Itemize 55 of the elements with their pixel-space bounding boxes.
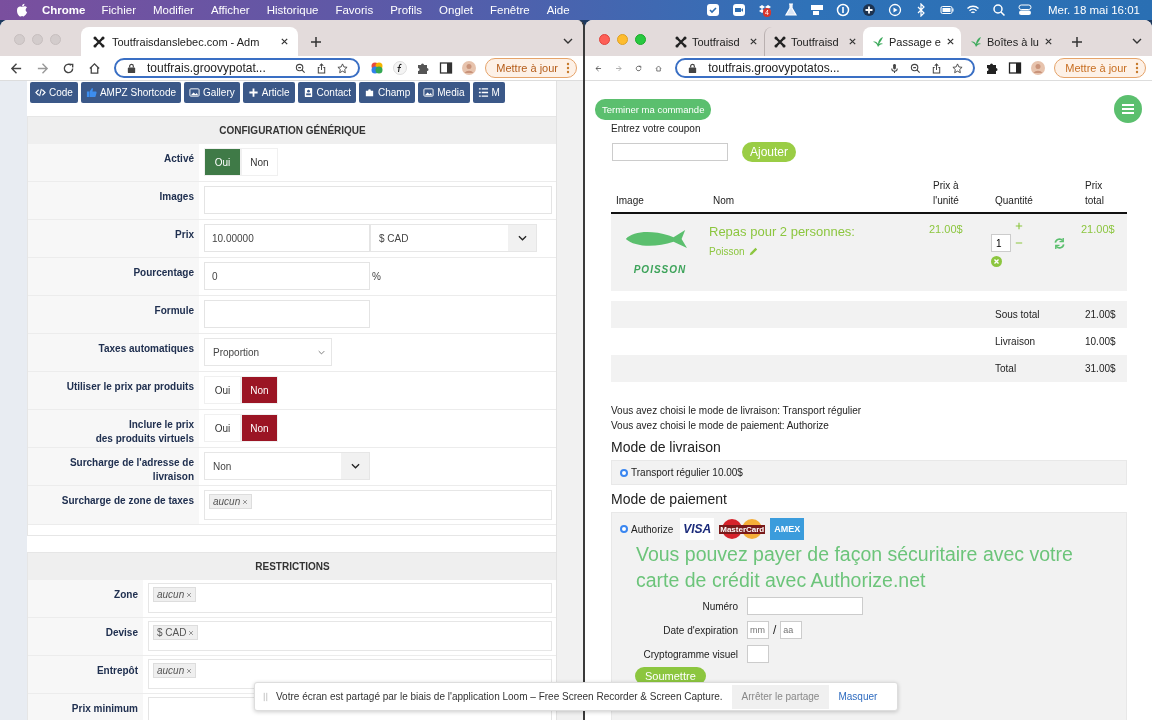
section-heading: Mode de livraison [611, 439, 722, 455]
tab-title: Toutfraisd [692, 35, 741, 48]
total-price: 21.00$ [1081, 223, 1115, 235]
field-label: Entrepôt [96, 665, 138, 676]
summary-value: 31.00$ [1085, 363, 1116, 374]
field-label: Zone [114, 589, 138, 600]
payment-message: Vous pouvez payer de façon sécuritaire avec votre carte de crédit avec Authorize.net [636, 542, 1074, 593]
tab-title: Boîtes à lu [987, 35, 1039, 48]
panel-title: RESTRICTIONS [28, 553, 557, 580]
radio-label: Authorize [631, 523, 674, 535]
field-label: Devise [105, 627, 138, 638]
unit-price: 21.00$ [929, 223, 963, 235]
field-label: Activé [164, 153, 194, 164]
field-label: Formule [154, 305, 194, 316]
field-label: Prix minimum [71, 703, 138, 714]
product-image-label: POISSON [633, 263, 687, 277]
summary-label: Total [995, 363, 1018, 374]
summary-label: Sous total [995, 309, 1041, 320]
card-logo: VISA [680, 518, 715, 540]
notification-message: Votre écran est partagé par le biais de l'application Loom – Free Screen Recorder & Screen Capture. [276, 691, 723, 702]
summary-value: 21.00$ [1085, 309, 1116, 320]
url-text: toutfrais.groovypotat... [147, 61, 266, 75]
tab-title: Toutfraisdanslebec.com - Adm [112, 35, 261, 48]
field-label: Surcharge de l'adresse de livraison [69, 457, 194, 482]
tab-title: Toutfraisd [791, 35, 840, 48]
product-option: Poisson [709, 244, 745, 259]
field-label: Prix [175, 229, 194, 240]
column-header: Prix à l'unité [933, 180, 959, 206]
column-header: Nom [713, 195, 735, 206]
card-logo: MasterCard [717, 518, 768, 540]
column-header: Prix total [1085, 180, 1104, 206]
field-label: Utiliser le prix par produits [66, 381, 194, 392]
summary-value: 10.00$ [1085, 336, 1116, 347]
panel-title: CONFIGURATION GÉNÉRIQUE [28, 117, 557, 144]
field-label: Surcharge de zone de taxes [61, 495, 194, 506]
order-note: Vous avez choisi le mode de livraison: Transport régulier [611, 404, 863, 418]
field-label: Numéro [701, 600, 739, 612]
field-label: Inclure le prix des produits virtuels [95, 419, 194, 444]
field-label: Cryptogramme visuel [642, 648, 739, 660]
percent-sign: % [372, 270, 381, 282]
date-separator: / [773, 623, 777, 637]
card-logo: AMEX [770, 518, 805, 540]
url-text: toutfrais.groovypotatos... [708, 61, 840, 75]
field-label: Taxes automatiques [98, 343, 194, 354]
order-note: Vous avez choisi le mode de paiement: Authorize [611, 419, 830, 433]
column-header: Image [616, 195, 644, 206]
section-heading: Mode de paiement [611, 491, 728, 507]
radio-label: Transport régulier 10.00$ [631, 467, 743, 478]
field-label: Date d'expiration [662, 624, 739, 636]
coupon-label: Entrez votre coupon [611, 123, 702, 134]
column-header: Quantité [995, 195, 1033, 206]
tab-title: Passage e [889, 35, 941, 48]
field-label: Pourcentage [133, 267, 194, 278]
field-label: Images [159, 191, 194, 202]
summary-label: Livraison [995, 336, 1037, 347]
